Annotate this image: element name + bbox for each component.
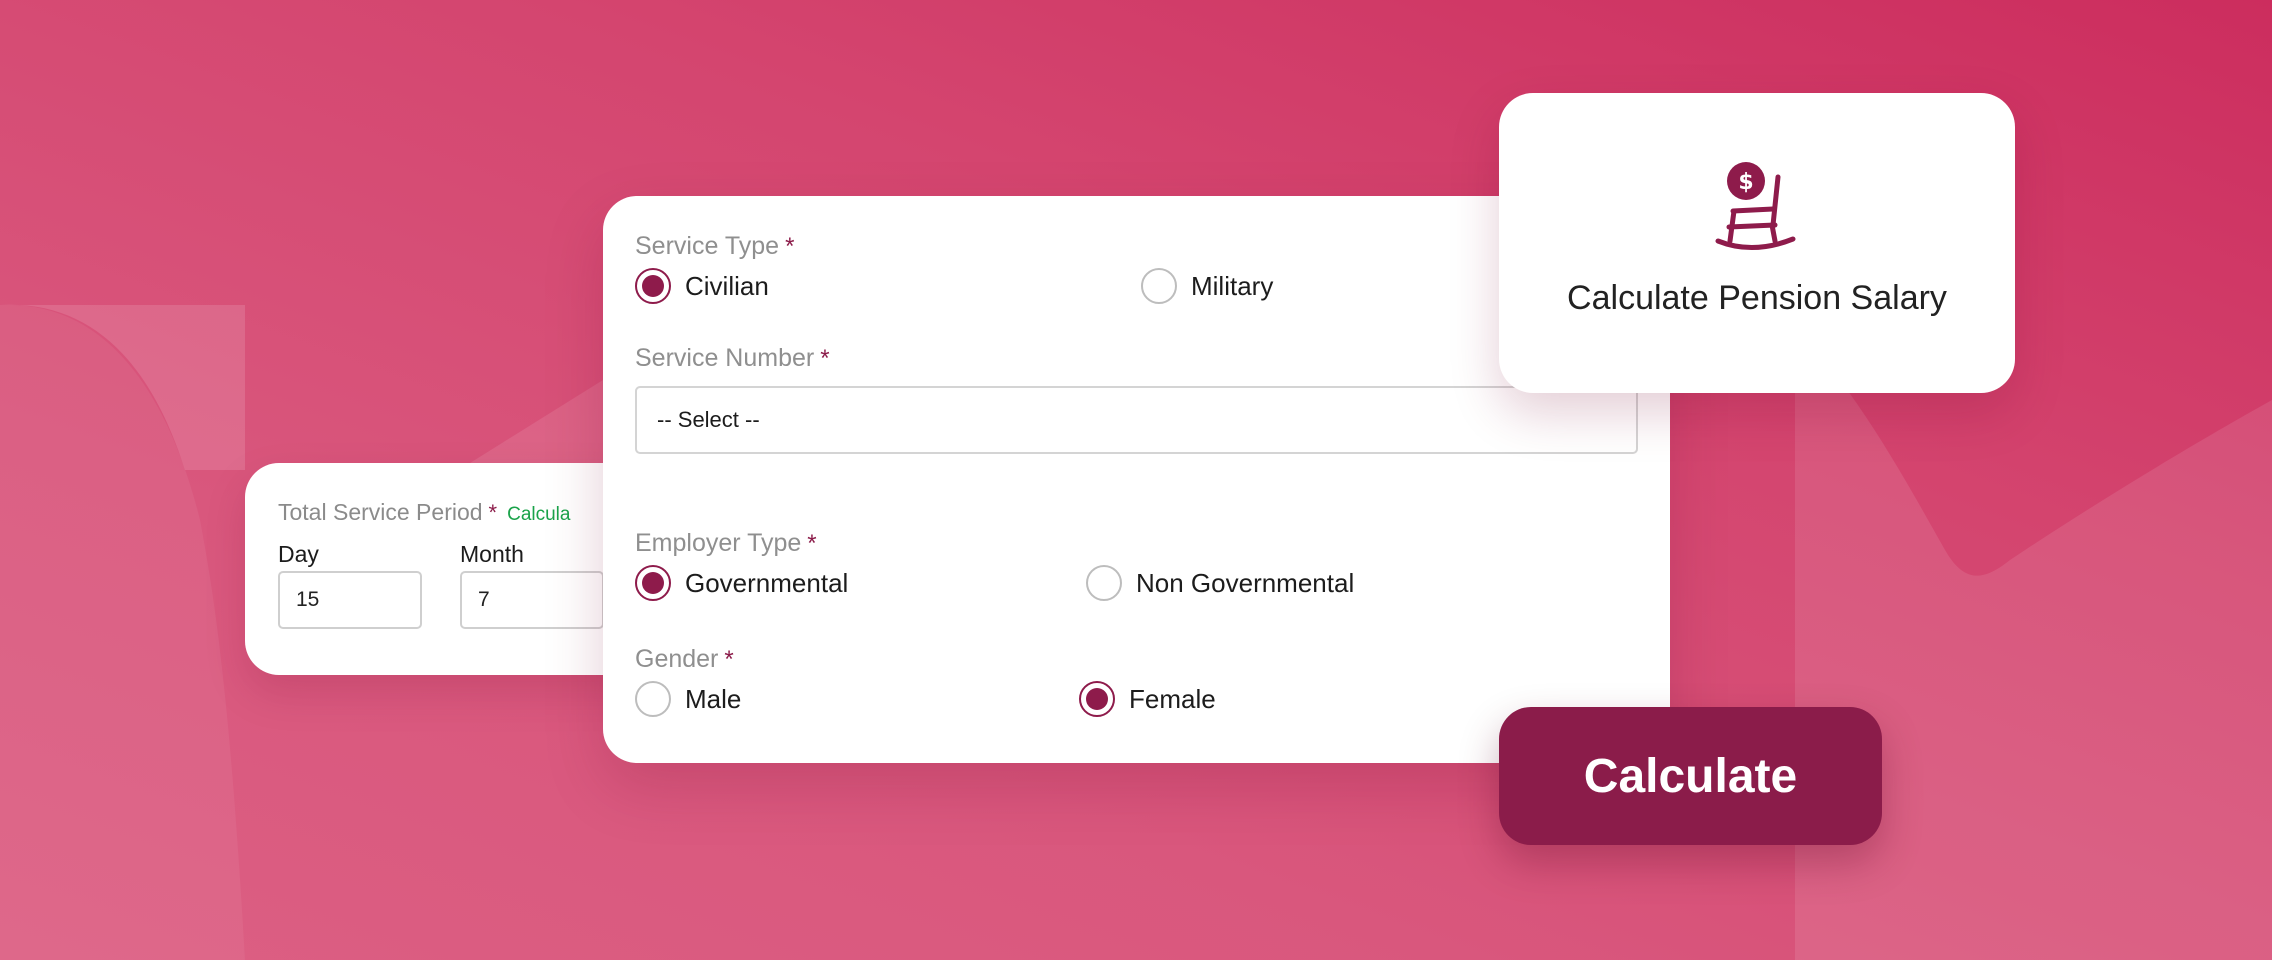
required-mark: * (820, 345, 830, 372)
calculate-button[interactable]: Calculate (1499, 707, 1882, 845)
required-mark: * (785, 233, 795, 260)
rocking-chair-dollar-icon: $ (1715, 162, 1796, 251)
gender-label: Gender * (635, 645, 734, 674)
service-type-text: Service Type (635, 232, 780, 260)
day-label: Day (278, 541, 319, 567)
radio-male-label: Male (685, 683, 742, 714)
service-number-select[interactable]: -- Select -- (635, 386, 1638, 454)
pension-salary-title: Calculate Pension Salary (1567, 279, 1947, 317)
svg-text:$: $ (1738, 170, 1753, 195)
required-mark: * (724, 646, 734, 673)
service-type-label: Service Type * (635, 232, 794, 261)
month-label: Month (460, 541, 524, 567)
radio-civilian[interactable]: Civilian (635, 268, 769, 304)
radio-female-label: Female (1129, 683, 1216, 714)
radio-selected-icon (1079, 681, 1115, 717)
day-input[interactable] (278, 571, 422, 629)
pension-salary-card: $ Calculate Pension Salary (1499, 93, 2015, 393)
radio-unselected-icon (1141, 268, 1177, 304)
required-mark: * (488, 500, 498, 525)
radio-military-label: Military (1191, 270, 1274, 301)
radio-non-governmental-label: Non Governmental (1136, 567, 1355, 598)
select-value: -- Select -- (657, 407, 760, 432)
radio-selected-icon (635, 565, 671, 601)
radio-governmental[interactable]: Governmental (635, 565, 848, 601)
radio-selected-icon (635, 268, 671, 304)
radio-non-governmental[interactable]: Non Governmental (1086, 565, 1354, 601)
service-number-label: Service Number * (635, 344, 830, 373)
service-number-text: Service Number (635, 344, 815, 372)
employer-type-label: Employer Type * (635, 529, 817, 558)
radio-governmental-label: Governmental (685, 567, 849, 598)
service-period-header: Total Service Period * Calcula (278, 499, 570, 526)
calculate-link[interactable]: Calcula (507, 504, 570, 526)
radio-military[interactable]: Military (1141, 268, 1273, 304)
employer-type-text: Employer Type (635, 529, 802, 557)
service-period-label: Total Service Period (278, 499, 483, 525)
radio-unselected-icon (1086, 565, 1122, 601)
month-input[interactable] (460, 571, 604, 629)
required-mark: * (807, 530, 817, 557)
radio-civilian-label: Civilian (685, 270, 769, 301)
gender-text: Gender (635, 645, 719, 673)
radio-unselected-icon (635, 681, 671, 717)
service-period-card: Total Service Period * Calcula Day Month (245, 463, 665, 675)
radio-male[interactable]: Male (635, 681, 741, 717)
radio-female[interactable]: Female (1079, 681, 1216, 717)
